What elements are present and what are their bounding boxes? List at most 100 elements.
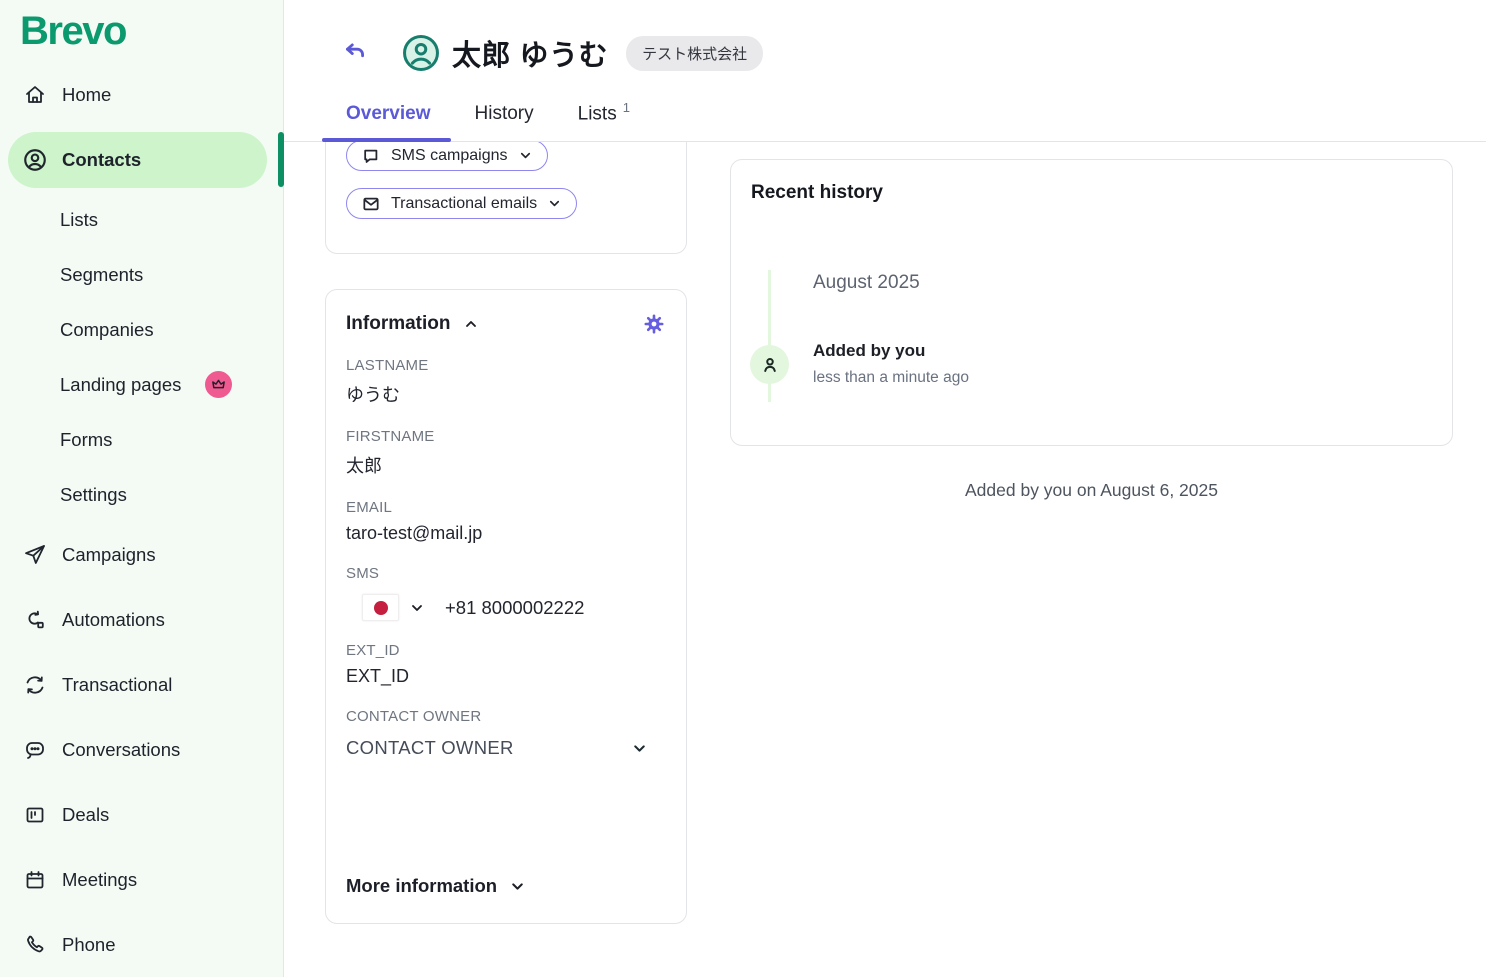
- added-by-footer: Added by you on August 6, 2025: [965, 480, 1218, 500]
- brevo-logo[interactable]: Brevo: [0, 0, 283, 62]
- field-label: LASTNAME: [346, 357, 429, 374]
- chat-bubble-icon: [22, 737, 48, 763]
- field-label: EMAIL: [346, 499, 393, 516]
- automation-icon: [22, 607, 48, 633]
- chevron-up-icon[interactable]: [463, 316, 479, 332]
- sidebar-item-label: Deals: [62, 803, 110, 825]
- send-icon: [22, 542, 48, 568]
- recent-history-title: Recent history: [751, 182, 883, 203]
- recent-history-card: Recent history August 2025 Added by you …: [730, 159, 1453, 446]
- sidebar-item-label: Segments: [60, 263, 144, 285]
- sidebar-item-automations[interactable]: Automations: [0, 587, 283, 652]
- sidebar-item-settings[interactable]: Settings: [0, 467, 283, 522]
- sidebar-item-label: Campaigns: [62, 543, 156, 565]
- chevron-down-icon: [509, 878, 526, 895]
- field-label: CONTACT OWNER: [346, 708, 482, 725]
- field-label: FIRSTNAME: [346, 428, 435, 445]
- sidebar-item-label: Phone: [62, 933, 116, 955]
- contacts-icon: [22, 147, 48, 173]
- phone-icon: [22, 932, 48, 958]
- field-lastname: LASTNAME ゆうむ: [346, 357, 666, 407]
- tab-overview[interactable]: Overview: [322, 103, 450, 142]
- chevron-down-icon[interactable]: [409, 600, 425, 616]
- field-value: 太郎: [346, 456, 382, 476]
- information-title: Information: [346, 313, 451, 334]
- timeline-user-icon: [750, 345, 789, 384]
- field-ext-id: EXT_ID EXT_ID: [346, 642, 666, 687]
- field-value: EXT_ID: [346, 666, 410, 686]
- sidebar-item-campaigns[interactable]: Campaigns: [0, 522, 283, 587]
- history-event-title: Added by you: [813, 341, 926, 360]
- main-content: 太郎 ゆうむ テスト株式会社 Overview History Lists 1 S…: [284, 0, 1486, 977]
- field-label: SMS: [346, 565, 380, 582]
- deals-icon: [22, 802, 48, 828]
- field-value: ゆうむ: [346, 385, 400, 405]
- sidebar-item-meetings[interactable]: Meetings: [0, 847, 283, 912]
- sidebar-item-deals[interactable]: Deals: [0, 782, 283, 847]
- sidebar-item-segments[interactable]: Segments: [0, 247, 283, 302]
- sidebar-item-transactional[interactable]: Transactional: [0, 652, 283, 717]
- information-card: Information LASTNAME ゆうむ FIRSTNAME 太郎 EM…: [325, 289, 687, 924]
- field-email: EMAIL taro-test@mail.jp: [346, 499, 666, 544]
- field-sms: SMS +81 8000002222: [346, 565, 666, 621]
- field-contact-owner: CONTACT OWNER CONTACT OWNER: [346, 708, 666, 759]
- more-information-label: More information: [346, 875, 498, 896]
- sidebar-item-conversations[interactable]: Conversations: [0, 717, 283, 782]
- sidebar-item-companies[interactable]: Companies: [0, 302, 283, 357]
- sms-campaigns-label: SMS campaigns: [391, 146, 508, 164]
- gear-icon[interactable]: [642, 312, 666, 336]
- transactional-emails-label: Transactional emails: [391, 194, 538, 212]
- timeline-month: August 2025: [813, 272, 920, 293]
- home-icon: [22, 82, 48, 108]
- sidebar-item-forms[interactable]: Forms: [0, 412, 283, 467]
- chevron-down-icon: [547, 196, 562, 211]
- back-button[interactable]: [340, 38, 370, 68]
- japan-flag-icon[interactable]: [362, 594, 399, 621]
- envelope-icon: [361, 194, 381, 214]
- sidebar-item-label: Meetings: [62, 868, 138, 890]
- content-area: SMS campaigns Transactional emails Infor…: [284, 142, 1486, 977]
- chevron-down-icon: [518, 148, 533, 163]
- sidebar-item-label: Lists: [60, 208, 99, 230]
- transactional-icon: [22, 672, 48, 698]
- app: Brevo Home Contacts Lists Segments Compa…: [0, 0, 1486, 977]
- sidebar-item-label: Settings: [60, 483, 127, 505]
- sidebar-item-lists[interactable]: Lists: [0, 192, 283, 247]
- sidebar-item-label: Transactional: [62, 673, 173, 695]
- contact-avatar-icon: [402, 34, 440, 72]
- contact-name: 太郎 ゆうむ: [452, 40, 609, 72]
- tab-lists-label: Lists: [577, 103, 617, 124]
- sidebar-item-landing-pages[interactable]: Landing pages: [0, 357, 283, 412]
- history-event-time: less than a minute ago: [813, 369, 969, 386]
- contact-owner-select[interactable]: CONTACT OWNER: [346, 737, 648, 759]
- transactional-emails-button[interactable]: Transactional emails: [346, 188, 578, 219]
- sms-bubble-icon: [361, 146, 381, 166]
- tab-bar: Overview History Lists 1: [284, 98, 1486, 142]
- engagement-card: SMS campaigns Transactional emails: [325, 142, 687, 254]
- tab-lists[interactable]: Lists 1: [578, 100, 630, 141]
- premium-crown-icon: [205, 371, 233, 398]
- sidebar-item-label: Conversations: [62, 738, 181, 760]
- calendar-icon: [22, 867, 48, 893]
- sidebar-item-label: Companies: [60, 318, 154, 340]
- sidebar-item-label: Contacts: [62, 148, 142, 170]
- sidebar-item-label: Automations: [62, 608, 165, 630]
- sidebar-item-label: Landing pages: [60, 373, 182, 395]
- field-value: taro-test@mail.jp: [346, 523, 483, 543]
- sms-number: +81 8000002222: [445, 596, 585, 618]
- sms-campaigns-button[interactable]: SMS campaigns: [346, 142, 548, 171]
- sidebar-item-phone[interactable]: Phone: [0, 912, 283, 977]
- sidebar-nav: Home Contacts Lists Segments Companies L…: [0, 62, 284, 977]
- contact-owner-value: CONTACT OWNER: [346, 737, 514, 758]
- sidebar-item-contacts[interactable]: Contacts: [0, 127, 284, 192]
- tab-history[interactable]: History: [475, 103, 534, 141]
- chevron-down-icon: [631, 740, 648, 757]
- sidebar-item-home[interactable]: Home: [0, 62, 283, 127]
- contact-header: 太郎 ゆうむ テスト株式会社: [340, 30, 1486, 76]
- field-label: EXT_ID: [346, 642, 400, 659]
- sidebar-item-label: Home: [62, 83, 112, 105]
- more-information-toggle[interactable]: More information: [346, 875, 666, 897]
- sidebar: Brevo Home Contacts Lists Segments Compa…: [0, 0, 284, 977]
- brevo-logo-text: Brevo: [20, 8, 127, 53]
- sidebar-item-label: Forms: [60, 428, 113, 450]
